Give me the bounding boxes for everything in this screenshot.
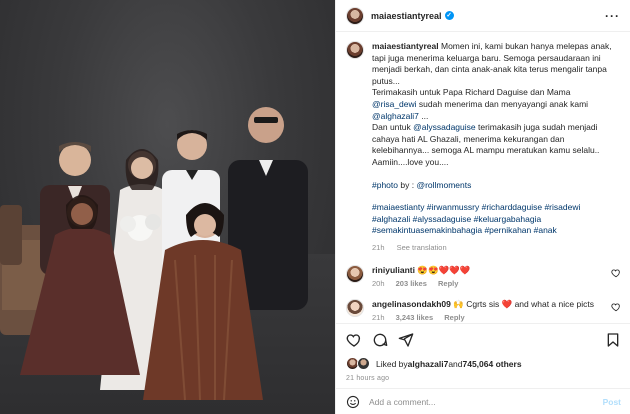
comment-meta: 21h 3,243 likes Reply <box>372 313 611 322</box>
caption-meta: 21h See translation <box>372 242 617 254</box>
caption: maiaestiantyreal Momen ini, kami bukan h… <box>346 41 621 254</box>
comment-bubble-icon[interactable] <box>372 332 388 348</box>
post-comment-button[interactable]: Post <box>603 397 621 407</box>
likes-prefix: Liked by <box>376 359 408 369</box>
author-username[interactable]: maiaestiantyreal <box>371 11 442 21</box>
caption-avatar[interactable] <box>346 41 364 59</box>
add-comment-input[interactable] <box>369 396 569 407</box>
save-bookmark-icon[interactable] <box>605 332 621 348</box>
commenter-avatar[interactable] <box>346 298 364 317</box>
reply-button[interactable]: Reply <box>438 279 458 288</box>
comments-list[interactable]: maiaestiantyreal Momen ini, kami bukan h… <box>336 33 630 323</box>
comment-item: angelinasondakh09 🙌 Cgrts sis ❤️ and wha… <box>346 298 621 322</box>
mention-link[interactable]: @alyssadaguise <box>413 122 476 132</box>
comment-like-heart-icon[interactable] <box>611 268 621 278</box>
caption-text: maiaestiantyreal Momen ini, kami bukan h… <box>372 41 617 254</box>
comment-likes[interactable]: 3,243 likes <box>396 313 434 322</box>
add-comment-bar: Post <box>336 388 630 414</box>
mention-link[interactable]: @risa_dewi <box>372 99 417 109</box>
instagram-post-view: maiaestiantyreal ✓ ··· maiaestiantyreal … <box>0 0 630 414</box>
caption-username[interactable]: maiaestiantyreal <box>372 41 439 51</box>
photo-by-label: by : <box>398 179 417 190</box>
commenter-avatar[interactable] <box>346 264 364 283</box>
hashtag-link[interactable]: #photo <box>372 180 398 190</box>
like-heart-icon[interactable] <box>346 332 362 348</box>
action-icons <box>346 330 621 350</box>
comment-meta: 20h 203 likes Reply <box>372 279 611 288</box>
liker-username[interactable]: alghazali7 <box>408 359 449 369</box>
post-photo[interactable] <box>0 0 335 414</box>
comment-likes[interactable]: 203 likes <box>396 279 427 288</box>
caption-paragraph-3a: Dan untuk <box>372 122 414 133</box>
see-translation-link[interactable]: See translation <box>397 243 447 252</box>
mention-link[interactable]: @alghazali7 <box>372 111 419 121</box>
verified-badge-icon: ✓ <box>444 11 454 20</box>
post-header: maiaestiantyreal ✓ ··· <box>336 0 630 32</box>
comment-like-heart-icon[interactable] <box>611 302 621 312</box>
emoji-smiley-icon[interactable] <box>346 395 360 409</box>
comment-time[interactable]: 20h <box>372 279 385 288</box>
share-send-icon[interactable] <box>398 332 414 348</box>
hashtags-list[interactable]: #maiaestianty #irwanmussry #richarddagui… <box>372 202 617 237</box>
commenter-username[interactable]: angelinasondakh09 <box>372 299 451 309</box>
comment-text: 😍😍❤️❤️❤️ <box>417 264 471 275</box>
more-horizontal-icon[interactable]: ··· <box>605 9 620 23</box>
caption-time[interactable]: 21h <box>372 243 385 252</box>
post-timestamp[interactable]: 21 hours ago <box>346 375 621 382</box>
family-portrait-illustration <box>0 107 308 401</box>
likes-mid: and <box>448 359 463 369</box>
commenter-username[interactable]: riniyulianti <box>372 265 415 275</box>
likes-count[interactable]: 745,064 others <box>463 359 522 369</box>
caption-paragraph-2b: sudah menerima dan menyayangi anak kami <box>416 98 591 109</box>
author-avatar[interactable] <box>346 6 364 25</box>
likes-summary: Liked by alghazali7 and 745,064 others <box>346 357 621 371</box>
comment-text: 🙌 Cgrts sis ❤️ and what a nice picts <box>453 298 594 309</box>
comment-item: riniyulianti 😍😍❤️❤️❤️ 20h 203 likes Repl… <box>346 264 621 288</box>
reply-button[interactable]: Reply <box>444 313 464 322</box>
comment-time[interactable]: 21h <box>372 313 385 322</box>
post-actions: Liked by alghazali7 and 745,064 others 2… <box>336 323 630 382</box>
mention-link[interactable]: @rollmoments <box>416 180 471 190</box>
liker-avatar <box>357 357 370 370</box>
caption-paragraph-2c: ... <box>418 110 429 121</box>
post-side-panel: maiaestiantyreal ✓ ··· maiaestiantyreal … <box>335 0 630 414</box>
caption-paragraph-2a: Terimakasih untuk Papa Richard Daguise d… <box>372 87 573 98</box>
liker-avatars <box>346 357 372 371</box>
